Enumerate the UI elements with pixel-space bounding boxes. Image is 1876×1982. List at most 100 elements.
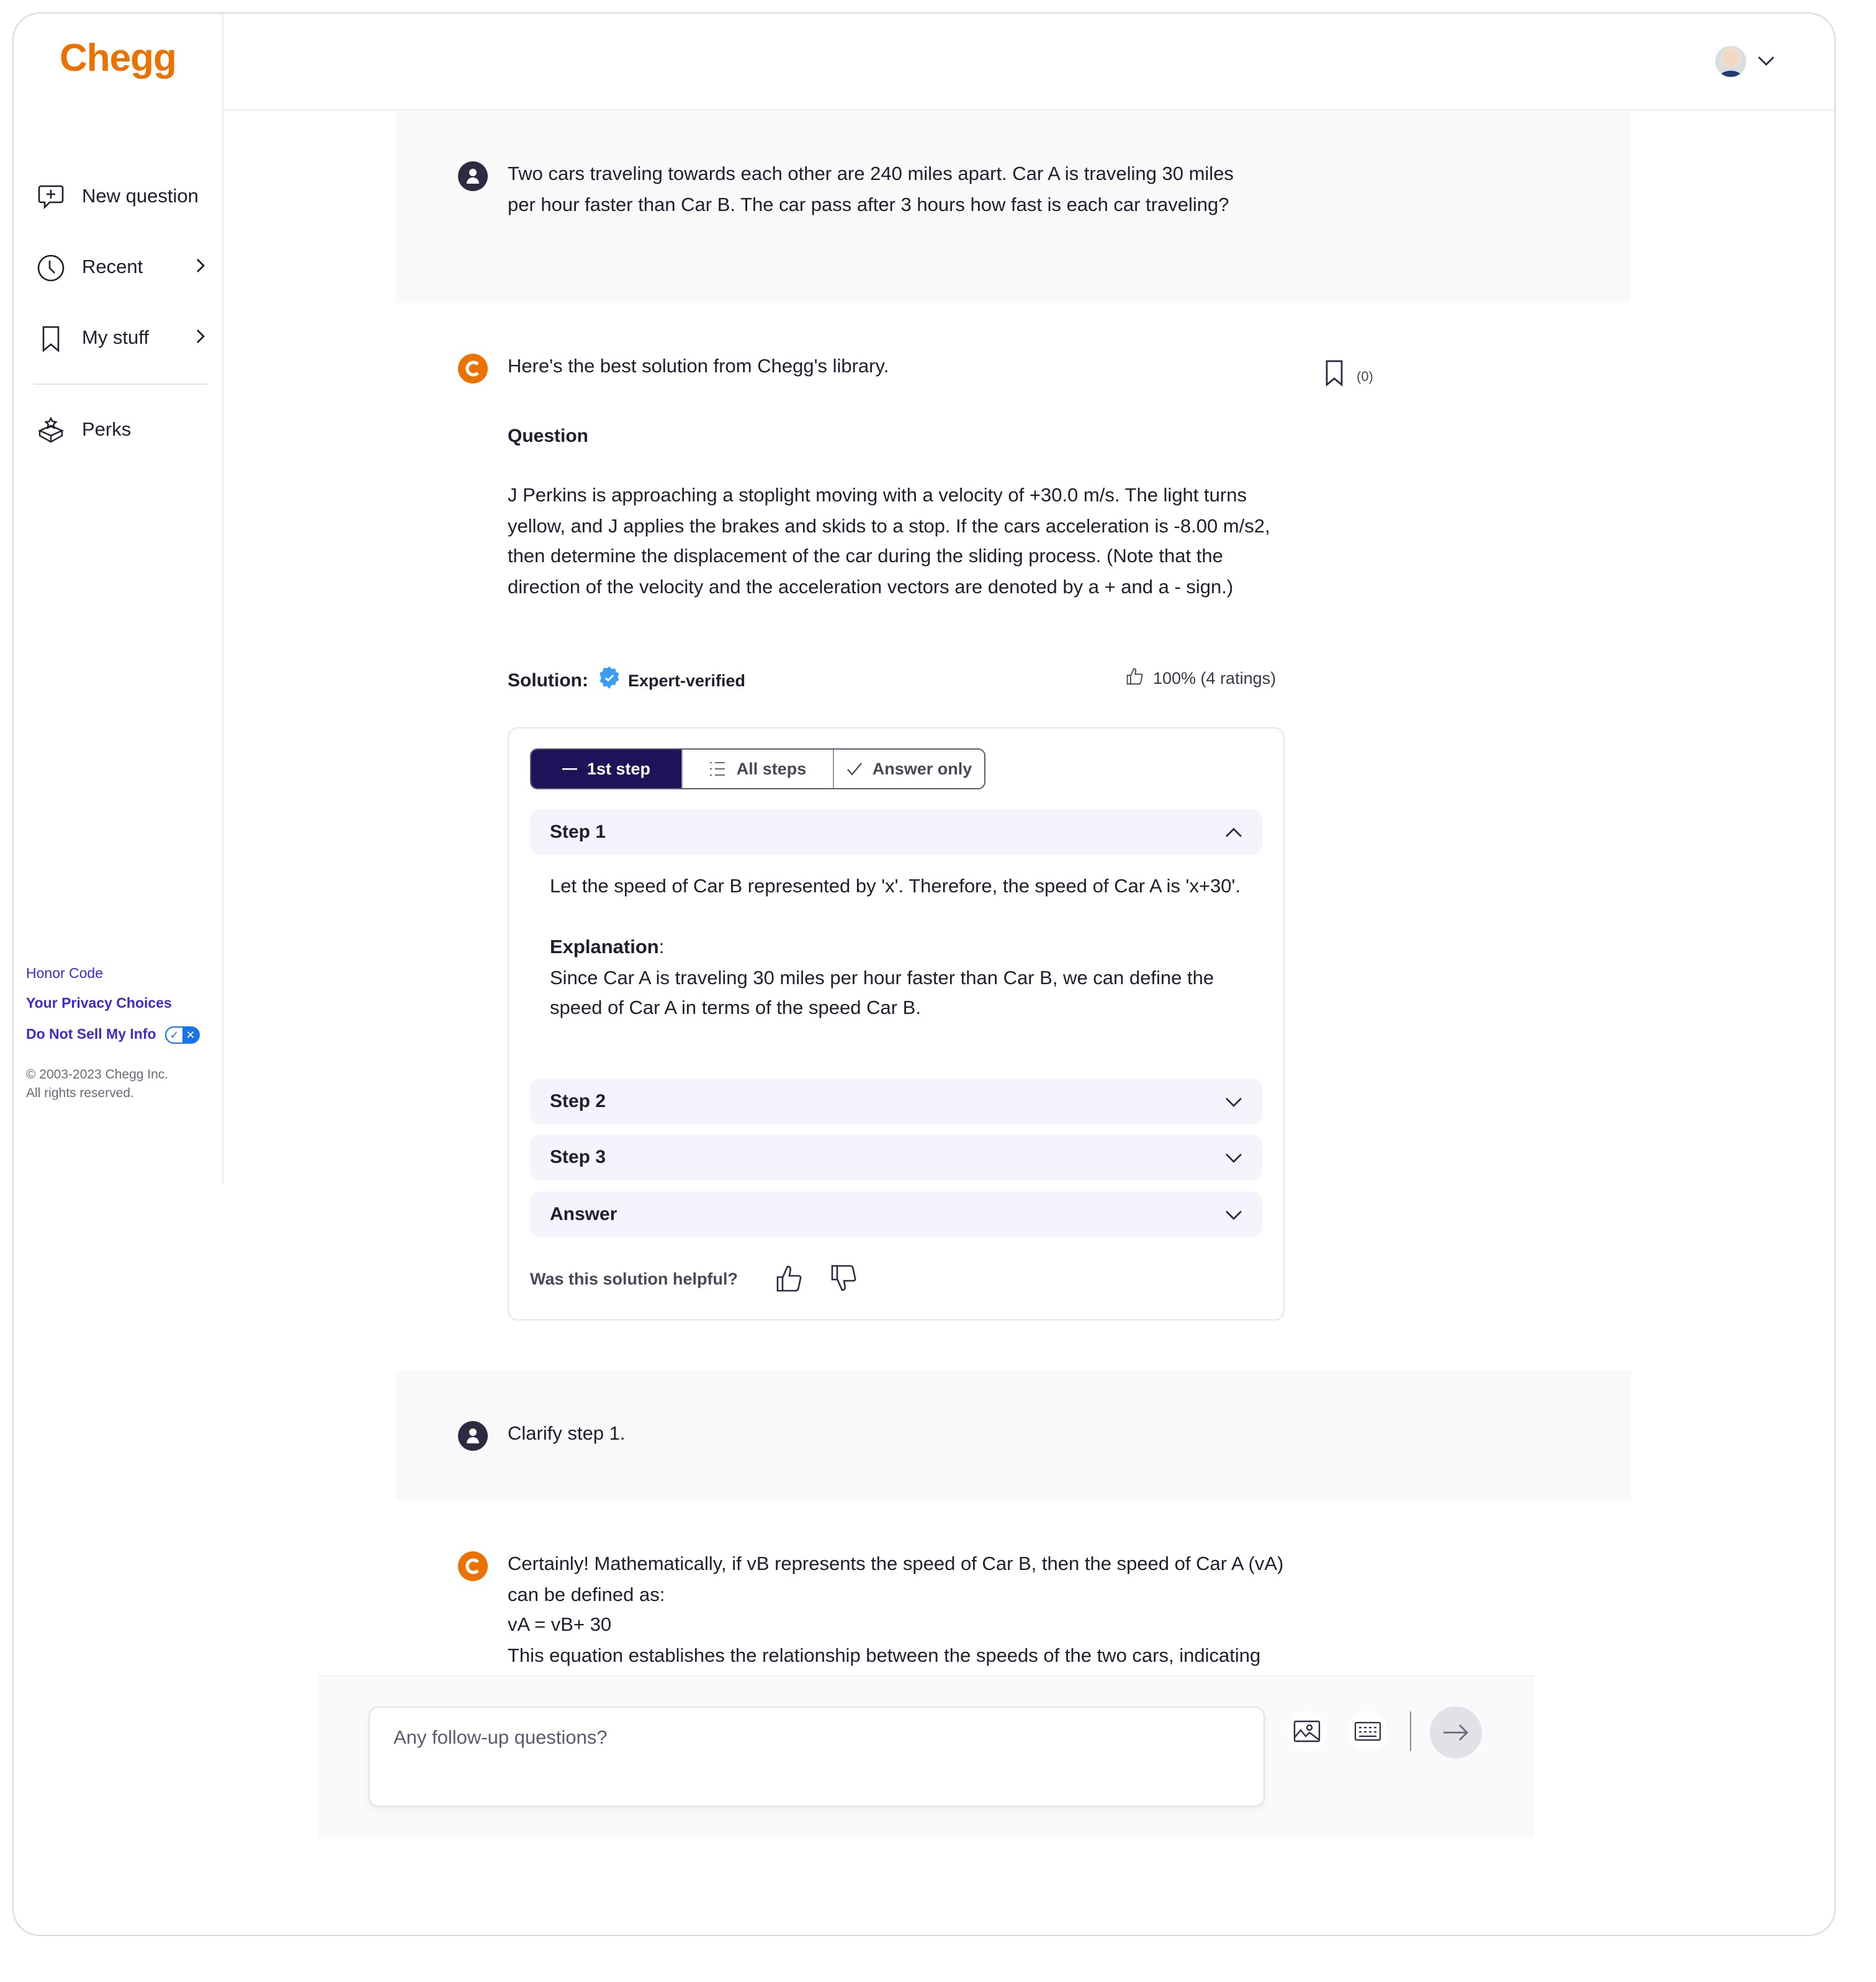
x-icon: ✕ — [186, 1029, 195, 1041]
keyboard-icon — [1354, 1721, 1381, 1741]
user-question-text: Two cars traveling towards each other ar… — [508, 164, 1234, 215]
privacy-toggle[interactable]: ✓ ✕ — [164, 1026, 200, 1044]
sidebar-footer: Honor Code Your Privacy Choices Do Not S… — [26, 967, 200, 1103]
chegg-logo[interactable]: Chegg — [60, 36, 177, 81]
tab-all-steps[interactable]: All steps — [683, 750, 834, 788]
chevron-down-icon[interactable] — [1757, 51, 1775, 73]
bookmark-count: (0) — [1357, 369, 1373, 384]
thumbs-down-icon — [830, 1265, 856, 1291]
answer-equation: vA = vB+ 30 — [508, 1615, 612, 1636]
solution-intro: Here's the best solution from Chegg's li… — [508, 356, 889, 377]
sidebar-item-perks[interactable]: Perks — [35, 412, 209, 449]
user-message: Clarify step 1. — [396, 1370, 1631, 1500]
copyright-line: © 2003-2023 Chegg Inc. — [26, 1067, 169, 1082]
chegg-c-icon — [458, 354, 488, 383]
tab-label: 1st step — [586, 760, 651, 778]
step-1-header[interactable]: Step 1 — [530, 809, 1262, 855]
explanation-label: Explanation — [550, 937, 659, 958]
followup-input[interactable] — [370, 1708, 1263, 1806]
answer-header[interactable]: Answer — [530, 1191, 1262, 1237]
sidebar-item-new-question[interactable]: New question — [35, 179, 209, 216]
step-title: Answer — [550, 1204, 617, 1225]
upload-image-button[interactable] — [1287, 1711, 1327, 1751]
thumbs-up-icon — [776, 1265, 801, 1292]
sidebar-item-label: My stuff — [82, 328, 149, 349]
feedback-row: Was this solution helpful? — [530, 1262, 882, 1294]
rating: 100% (4 ratings) — [1126, 668, 1276, 689]
followup-input-box — [369, 1706, 1265, 1807]
chevron-up-icon — [1226, 827, 1242, 836]
top-header — [222, 14, 1834, 110]
tab-label: Answer only — [872, 760, 972, 778]
solution-label-row: Solution: Expert-verified — [508, 666, 745, 694]
check-icon: ✓ — [166, 1028, 182, 1043]
user-icon — [458, 161, 488, 191]
expert-verified-label: Expert-verified — [627, 671, 746, 689]
list-icon — [710, 762, 725, 776]
clock-icon — [35, 252, 67, 284]
user-icon — [458, 1421, 488, 1451]
solution-label: Solution: — [508, 670, 588, 691]
step-2-header[interactable]: Step 2 — [530, 1078, 1262, 1124]
copyright: © 2003-2023 Chegg Inc. All rights reserv… — [26, 1066, 200, 1103]
bookmark-button[interactable]: (0) — [1324, 360, 1373, 393]
user-message: Two cars traveling towards each other ar… — [396, 110, 1631, 303]
step-3-header[interactable]: Step 3 — [530, 1134, 1262, 1180]
sidebar-divider — [34, 383, 207, 385]
privacy-choices-link[interactable]: Your Privacy Choices — [26, 997, 200, 1011]
solution-card: 1st step All steps Answer only Step 1 Le… — [508, 727, 1285, 1321]
tab-label: All steps — [736, 760, 807, 778]
helpful-prompt: Was this solution helpful? — [530, 1269, 738, 1288]
chat-thread: Two cars traveling towards each other ar… — [222, 110, 1834, 1935]
honor-code-link[interactable]: Honor Code — [26, 967, 200, 982]
app-window: Chegg New question Recent My stuff Perks… — [12, 12, 1836, 1936]
answer-line: Certainly! Mathematically, if vB represe… — [508, 1554, 1284, 1605]
toolbar-divider — [1410, 1711, 1411, 1751]
bookmark-icon — [35, 323, 67, 355]
math-keyboard-button[interactable] — [1348, 1711, 1388, 1751]
tab-answer-only[interactable]: Answer only — [834, 750, 984, 788]
sidebar-item-recent[interactable]: Recent — [35, 249, 209, 287]
thumbs-up-button[interactable] — [773, 1262, 805, 1294]
step-title: Step 1 — [550, 822, 606, 843]
explanation-heading: Explanation: — [550, 933, 1245, 964]
sidebar: Chegg New question Recent My stuff Perks… — [14, 14, 223, 1184]
chevron-right-icon — [194, 257, 209, 279]
sidebar-item-label: Recent — [82, 257, 143, 278]
image-icon — [1293, 1720, 1321, 1742]
send-button[interactable] — [1430, 1706, 1482, 1759]
gift-box-icon — [35, 415, 67, 447]
chevron-down-icon — [1226, 1210, 1242, 1219]
question-heading: Question — [508, 426, 589, 447]
bookmark-icon — [1324, 360, 1344, 393]
do-not-sell-link[interactable]: Do Not Sell My Info ✓ ✕ — [26, 1026, 200, 1044]
chevron-right-icon — [194, 328, 209, 350]
chevron-down-icon — [1226, 1153, 1242, 1162]
arrow-right-icon — [1443, 1724, 1468, 1741]
step-title: Step 2 — [550, 1091, 606, 1112]
view-mode-tabs: 1st step All steps Answer only — [530, 748, 985, 789]
copyright-line: All rights reserved. — [26, 1086, 134, 1101]
verified-badge-icon — [598, 666, 621, 694]
step-1-text: Let the speed of Car B represented by 'x… — [550, 876, 1241, 897]
assistant-message: Here's the best solution from Chegg's li… — [396, 303, 1631, 1358]
sidebar-item-my-stuff[interactable]: My stuff — [35, 320, 209, 357]
do-not-sell-label: Do Not Sell My Info — [26, 1028, 156, 1043]
step-title: Step 3 — [550, 1147, 606, 1168]
sidebar-item-label: Perks — [82, 419, 132, 441]
dash-icon — [562, 768, 577, 769]
followup-user-text: Clarify step 1. — [508, 1424, 626, 1445]
explanation-text: Since Car A is traveling 30 miles per ho… — [550, 967, 1214, 1019]
avatar[interactable] — [1715, 46, 1746, 77]
thumbs-down-button[interactable] — [827, 1262, 859, 1294]
chat-plus-icon — [35, 181, 67, 213]
library-question-text: J Perkins is approaching a stoplight mov… — [508, 485, 1270, 598]
chevron-down-icon — [1226, 1097, 1242, 1106]
step-1-content: Let the speed of Car B represented by 'x… — [550, 872, 1245, 1025]
sidebar-item-label: New question — [82, 186, 199, 207]
thumbs-up-icon — [1126, 668, 1143, 689]
tab-1st-step[interactable]: 1st step — [531, 750, 683, 788]
check-icon — [846, 763, 862, 776]
chegg-c-icon — [458, 1551, 488, 1581]
rating-text: 100% (4 ratings) — [1153, 669, 1277, 688]
